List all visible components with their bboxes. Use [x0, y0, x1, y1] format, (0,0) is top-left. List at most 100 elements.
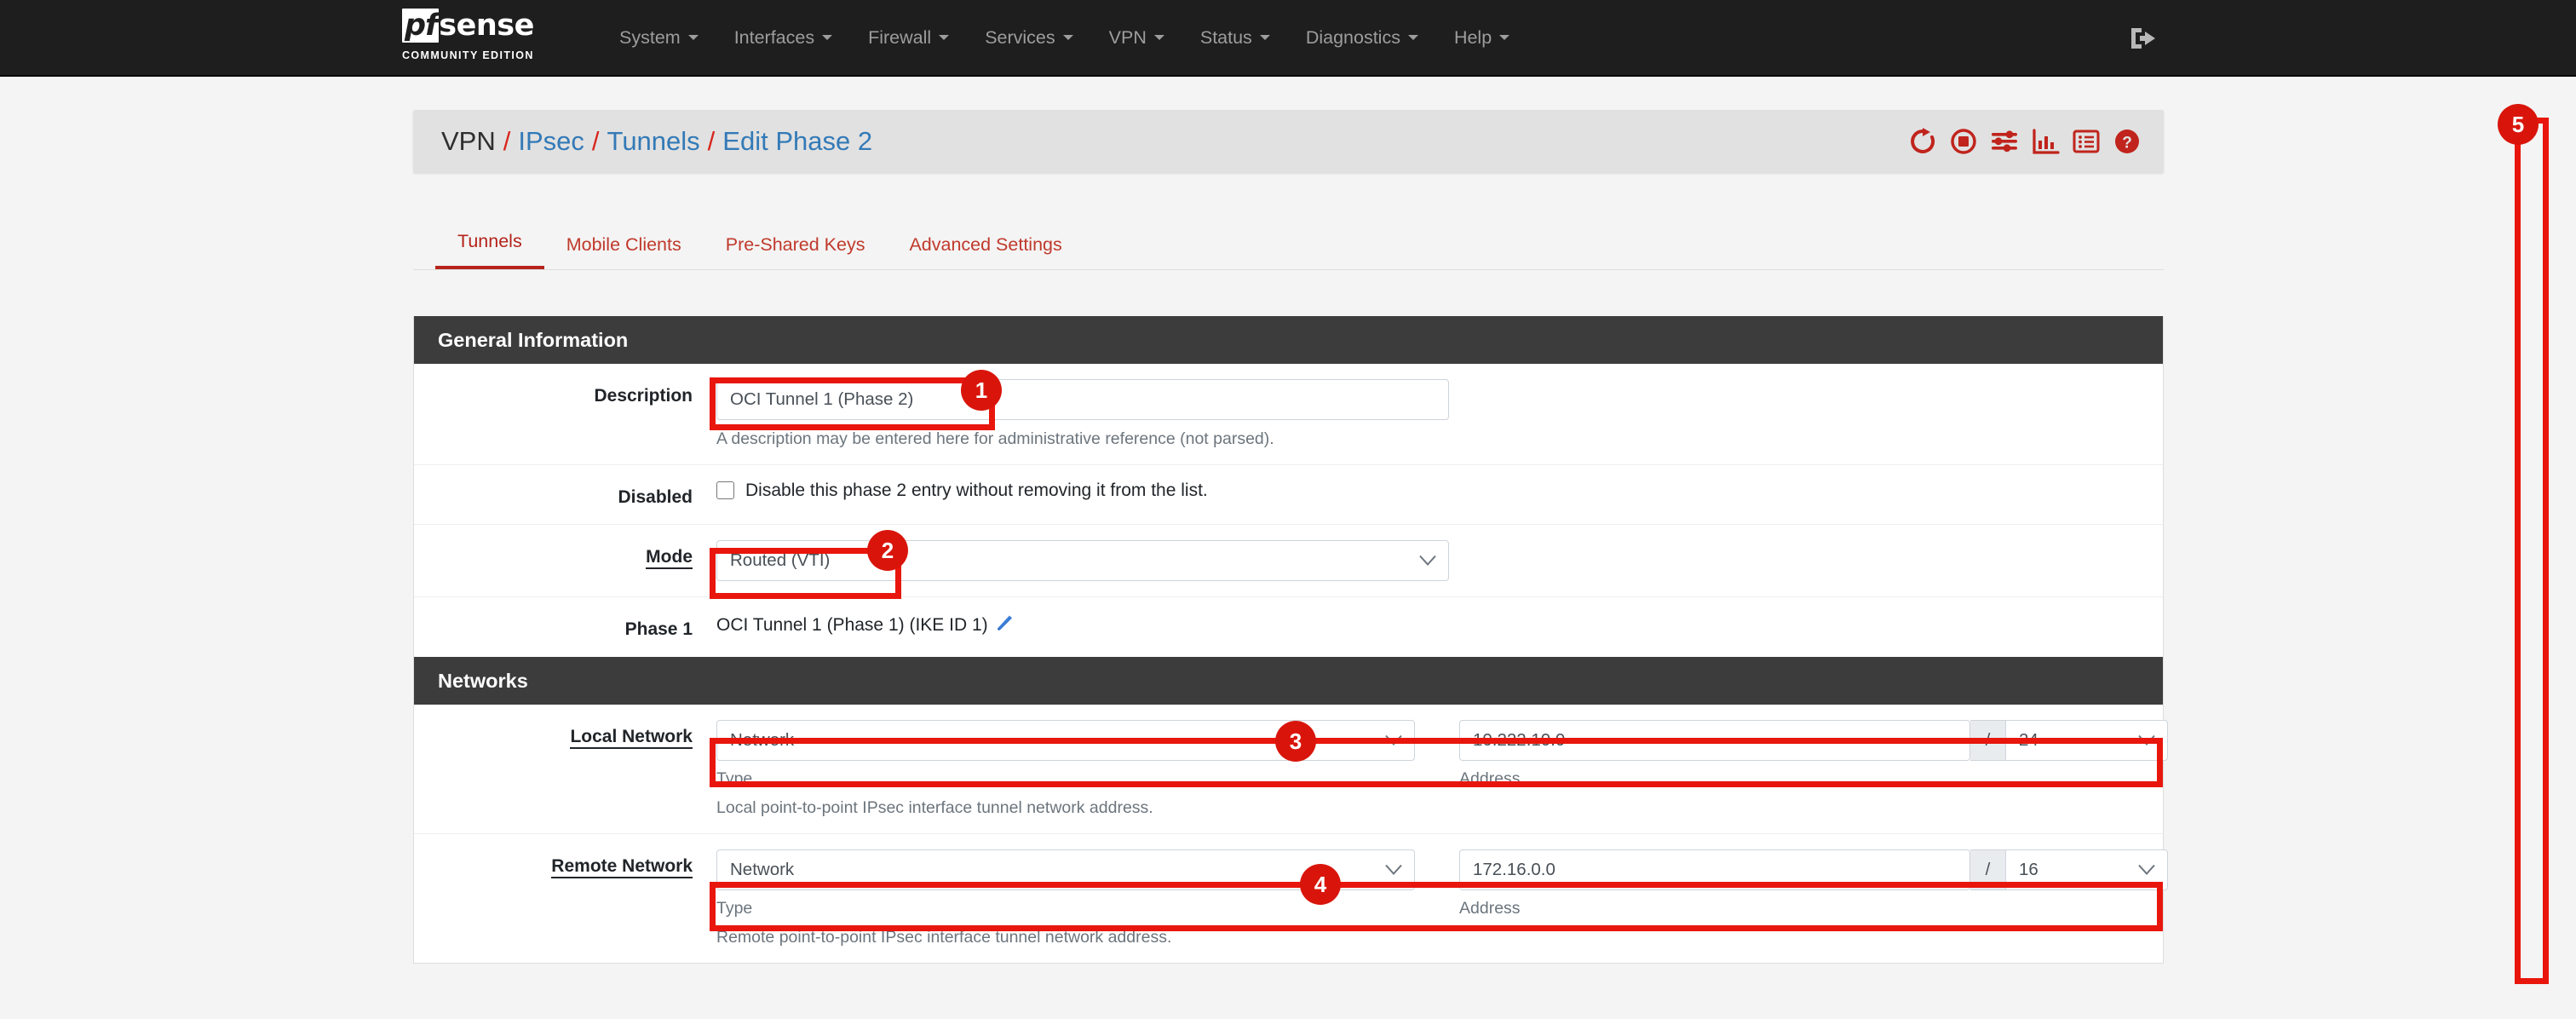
chevron-down-icon [688, 35, 699, 40]
form-row-mode: Mode Routed (VTI) [414, 525, 2163, 597]
nav-item-label: Diagnostics [1306, 27, 1400, 49]
nav-menu: System Interfaces Firewall Services VPN … [601, 0, 1527, 75]
chevron-down-icon [2138, 735, 2155, 746]
mode-select[interactable]: Routed (VTI) [716, 540, 1449, 581]
sliders-icon[interactable] [1990, 127, 2019, 156]
breadcrumb-root: VPN [441, 126, 496, 157]
brand-mark: pf [402, 9, 439, 43]
mode-select-value: Routed (VTI) [730, 550, 830, 571]
remote-network-address-input[interactable] [1459, 849, 1970, 890]
chevron-down-icon [822, 35, 832, 40]
nav-item-interfaces[interactable]: Interfaces [716, 0, 850, 75]
section-header-networks: Networks [414, 657, 2163, 705]
chevron-down-icon [939, 35, 949, 40]
pfsense-logo[interactable]: pfsense COMMUNITY EDITION [402, 9, 569, 70]
form-row-phase1: Phase 1 OCI Tunnel 1 (Phase 1) (IKE ID 1… [414, 597, 2163, 657]
description-help-text: A description may be entered here for ad… [716, 429, 2137, 449]
pencil-icon[interactable] [995, 613, 1015, 633]
label-remote-network: Remote Network [414, 849, 716, 947]
nav-item-label: Status [1200, 27, 1252, 49]
breadcrumb-separator: / [592, 126, 600, 157]
nav-item-vpn[interactable]: VPN [1091, 0, 1182, 75]
breadcrumb-link-ipsec[interactable]: IPsec [518, 126, 584, 157]
remote-network-help-text: Remote point-to-point IPsec interface tu… [716, 928, 2168, 947]
nav-item-label: Help [1454, 27, 1492, 49]
section-header-general-information: General Information [414, 316, 2163, 364]
stop-circle-icon[interactable] [1949, 127, 1978, 156]
tab-label: Advanced Settings [909, 234, 1061, 255]
breadcrumb-bar: VPN / IPsec / Tunnels / Edit Phase 2 [413, 110, 2164, 173]
annotation-badge-4: 4 [1300, 864, 1341, 905]
chevron-down-icon [2138, 865, 2155, 876]
section-title: Networks [438, 670, 528, 693]
label-local-network-text: Local Network [570, 727, 693, 749]
breadcrumb-link-tunnels[interactable]: Tunnels [607, 126, 700, 157]
restart-icon[interactable] [1908, 127, 1937, 156]
nav-item-services[interactable]: Services [967, 0, 1090, 75]
local-network-type-value: Network [730, 730, 794, 751]
tab-advanced-settings[interactable]: Advanced Settings [887, 234, 1084, 269]
chevron-down-icon [1499, 35, 1509, 40]
nav-item-diagnostics[interactable]: Diagnostics [1288, 0, 1436, 75]
breadcrumb-link-edit-phase-2[interactable]: Edit Phase 2 [722, 126, 872, 157]
tab-mobile-clients[interactable]: Mobile Clients [544, 234, 704, 269]
label-disabled: Disabled [414, 481, 716, 509]
list-icon[interactable] [2072, 127, 2101, 156]
chevron-down-icon [1408, 35, 1418, 40]
chevron-down-icon [1154, 35, 1164, 40]
chevron-down-icon [1063, 35, 1073, 40]
phase1-value: OCI Tunnel 1 (Phase 1) (IKE ID 1) [716, 608, 988, 635]
nav-item-label: Services [985, 27, 1055, 49]
nav-item-help[interactable]: Help [1436, 0, 1527, 75]
breadcrumb-action-icons: ? [1908, 110, 2142, 173]
nav-item-status[interactable]: Status [1182, 0, 1288, 75]
sign-out-icon[interactable] [2128, 23, 2165, 54]
tab-label: Mobile Clients [566, 234, 681, 255]
nav-item-label: Firewall [868, 27, 931, 49]
description-input[interactable] [716, 379, 1449, 420]
remote-network-prefix-value: 16 [2019, 860, 2038, 880]
breadcrumb-separator: / [503, 126, 511, 157]
chevron-down-icon [1385, 865, 1402, 876]
form-row-description: Description A description may be entered… [414, 364, 2163, 465]
tab-tunnels[interactable]: Tunnels [435, 231, 544, 269]
tab-pre-shared-keys[interactable]: Pre-Shared Keys [704, 234, 888, 269]
annotation-box-5 [2515, 118, 2549, 984]
breadcrumb: VPN / IPsec / Tunnels / Edit Phase 2 [441, 126, 872, 157]
label-local-network: Local Network [414, 720, 716, 818]
remote-network-address-sublabel: Address [1459, 899, 2168, 918]
local-network-prefix-select[interactable]: 24 [2006, 720, 2168, 761]
annotation-badge-5: 5 [2498, 104, 2539, 145]
annotation-badge-1: 1 [961, 370, 1002, 411]
brand-edition: COMMUNITY EDITION [402, 49, 534, 61]
label-remote-network-text: Remote Network [551, 856, 693, 878]
remote-network-prefix-select[interactable]: 16 [2006, 849, 2168, 890]
disabled-checkbox[interactable] [716, 481, 734, 499]
label-phase1: Phase 1 [414, 613, 716, 642]
nav-item-firewall[interactable]: Firewall [850, 0, 967, 75]
svg-text:?: ? [2122, 135, 2132, 153]
chevron-down-icon [1385, 735, 1402, 746]
annotation-badge-2: 2 [867, 530, 908, 571]
breadcrumb-separator: / [708, 126, 716, 157]
edit-phase-2-form: General Information Description A descri… [413, 316, 2164, 964]
chevron-down-icon [1419, 556, 1436, 567]
local-network-address-input[interactable] [1459, 720, 1970, 761]
label-description: Description [414, 379, 716, 449]
form-row-remote-network: Remote Network Network Type / 16 [414, 834, 2163, 963]
brand-rest: sense [439, 9, 534, 42]
nav-item-label: System [619, 27, 681, 49]
brand-logo-wordmark: pfsense [402, 9, 534, 48]
nav-item-system[interactable]: System [601, 0, 716, 75]
remote-network-slash: / [1970, 849, 2006, 890]
nav-item-label: Interfaces [734, 27, 814, 49]
help-circle-icon[interactable]: ? [2113, 127, 2142, 156]
tab-label: Tunnels [457, 231, 522, 251]
label-mode: Mode [414, 540, 716, 581]
bar-chart-icon[interactable] [2031, 127, 2060, 156]
form-row-disabled: Disabled Disable this phase 2 entry with… [414, 465, 2163, 525]
remote-network-type-value: Network [730, 860, 794, 880]
annotation-badge-3: 3 [1275, 721, 1316, 762]
chevron-down-icon [1260, 35, 1270, 40]
local-network-prefix-value: 24 [2019, 730, 2038, 751]
